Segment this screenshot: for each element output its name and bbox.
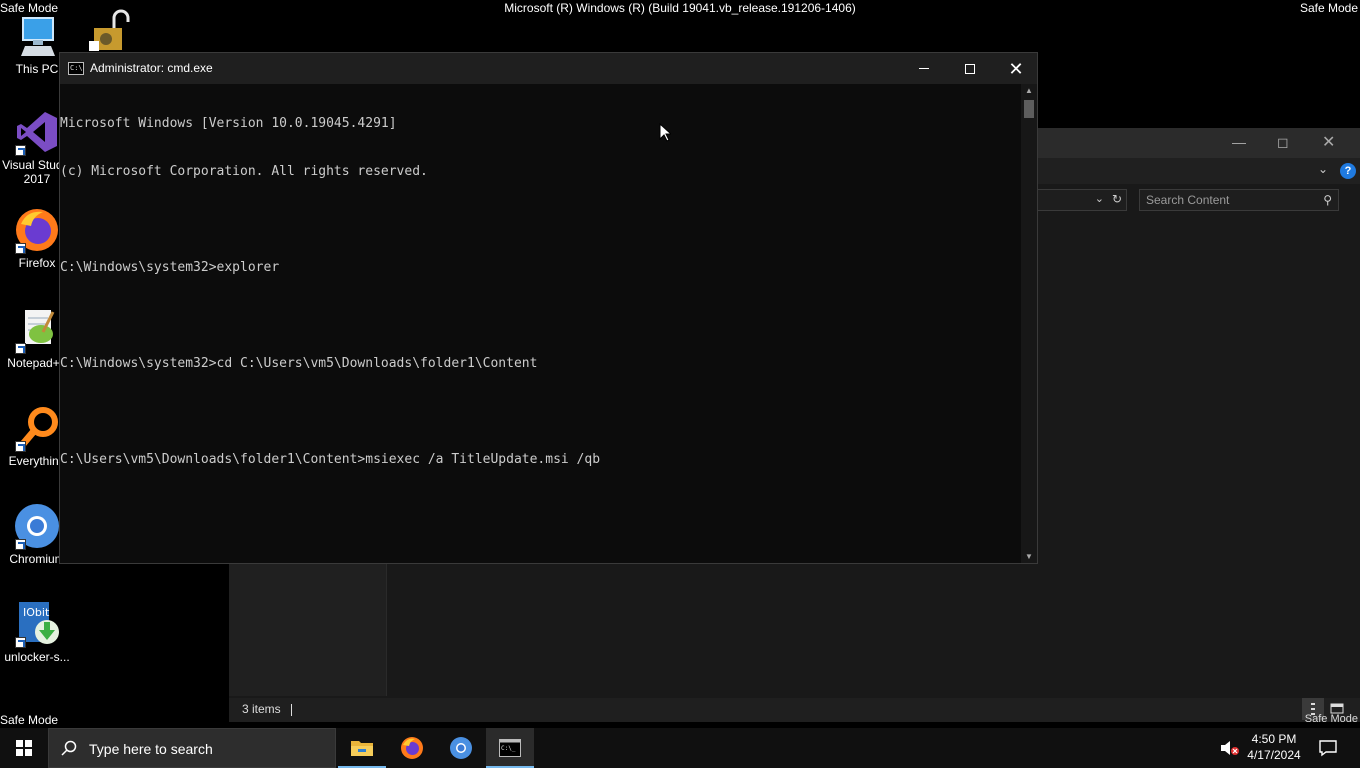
- notepadpp-icon: [13, 306, 61, 354]
- explorer-status-bar: 3 items: [229, 698, 1360, 722]
- maximize-icon: [965, 63, 975, 74]
- folder-icon: [351, 741, 373, 756]
- taskbar-file-explorer[interactable]: [338, 728, 386, 768]
- chevron-down-icon[interactable]: ⌄: [1318, 162, 1328, 176]
- explorer-maximize-button[interactable]: ◻: [1277, 134, 1289, 151]
- windows-build-label: Microsoft (R) Windows (R) (Build 19041.v…: [504, 1, 856, 15]
- search-icon: [61, 740, 77, 756]
- svg-text:C:\_: C:\_: [501, 745, 516, 752]
- cmd-window-title: Administrator: cmd.exe: [90, 61, 213, 75]
- taskbar-search-box[interactable]: Type here to search: [48, 728, 336, 768]
- console-line: C:\Users\vm5\Downloads\folder1\Content>m…: [60, 452, 601, 467]
- minimize-icon: [919, 68, 929, 69]
- taskbar-clock[interactable]: 4:50 PM 4/17/2024: [1244, 731, 1304, 763]
- search-icon: ⚲: [1323, 193, 1332, 207]
- cmd-app-icon: C:\: [68, 62, 84, 75]
- cmd-minimize-button[interactable]: [901, 53, 947, 84]
- chromium-icon: [13, 502, 61, 550]
- cmd-icon: C:\_: [499, 739, 521, 757]
- taskbar-firefox[interactable]: [388, 728, 436, 768]
- volume-muted-icon[interactable]: [1220, 740, 1240, 756]
- start-button[interactable]: [0, 728, 48, 768]
- explorer-address-bar[interactable]: ⌄ ↻: [1037, 189, 1127, 211]
- firefox-icon: [401, 737, 423, 759]
- console-line: Microsoft Windows [Version 10.0.19045.42…: [60, 116, 397, 131]
- action-center-button[interactable]: [1306, 728, 1350, 768]
- visual-studio-icon: [13, 108, 61, 156]
- explorer-close-button[interactable]: ✕: [1322, 132, 1335, 152]
- safe-mode-label-bottom-left: Safe Mode: [0, 713, 59, 727]
- explorer-search-input[interactable]: Search Content ⚲: [1139, 189, 1339, 211]
- computer-icon: [13, 12, 61, 60]
- cmd-scrollbar[interactable]: ▲ ▼: [1021, 84, 1037, 563]
- scroll-down-icon[interactable]: ▼: [1025, 552, 1033, 561]
- chromium-icon: [450, 737, 472, 759]
- notification-icon: [1319, 740, 1337, 757]
- cmd-close-button[interactable]: ✕: [993, 53, 1039, 84]
- cmd-window[interactable]: C:\ Administrator: cmd.exe ✕ Microsoft W…: [59, 52, 1038, 564]
- help-icon[interactable]: ?: [1340, 163, 1356, 179]
- taskbar: Type here to search C:\_ 4:50 PM 4/17/20…: [0, 728, 1360, 768]
- safe-mode-label-top-right: Safe Mode: [1299, 1, 1358, 15]
- lock-shortcut-icon[interactable]: [88, 8, 134, 52]
- refresh-icon[interactable]: ↻: [1112, 192, 1122, 206]
- close-icon: ✕: [1008, 58, 1024, 79]
- iobit-unlocker-icon: IObit: [13, 600, 61, 648]
- safe-mode-label-bottom-right: Safe Mode: [1304, 713, 1358, 725]
- console-line: (c) Microsoft Corporation. All rights re…: [60, 164, 428, 179]
- windows-logo-icon: [16, 740, 32, 756]
- cmd-title-bar[interactable]: C:\ Administrator: cmd.exe ✕: [60, 53, 1037, 84]
- cmd-console-output[interactable]: Microsoft Windows [Version 10.0.19045.42…: [60, 84, 1021, 563]
- scroll-up-icon[interactable]: ▲: [1025, 86, 1033, 95]
- console-line: C:\Windows\system32>explorer: [60, 260, 280, 275]
- taskbar-cmd[interactable]: C:\_: [486, 728, 534, 768]
- svg-text:IObit: IObit: [23, 606, 50, 619]
- cmd-maximize-button[interactable]: [947, 53, 993, 84]
- everything-search-icon: [13, 404, 61, 452]
- scroll-thumb[interactable]: [1024, 100, 1034, 118]
- console-line: C:\Windows\system32>cd C:\Users\vm5\Down…: [60, 356, 538, 371]
- mouse-cursor-icon: [659, 122, 673, 142]
- firefox-icon: [13, 206, 61, 254]
- desktop-icon-unlocker[interactable]: IObit unlocker-s...: [0, 600, 74, 664]
- explorer-minimize-button[interactable]: —: [1232, 134, 1246, 150]
- taskbar-chromium[interactable]: [437, 728, 485, 768]
- address-dropdown-icon[interactable]: ⌄: [1095, 192, 1104, 205]
